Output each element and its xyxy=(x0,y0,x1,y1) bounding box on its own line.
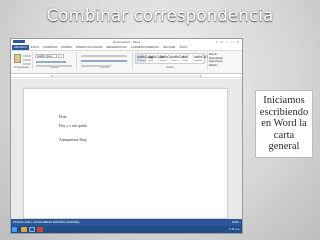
group-clipboard: Portapapeles xyxy=(11,52,33,70)
ruler xyxy=(11,74,242,78)
zoom-level[interactable]: 100% xyxy=(232,219,239,226)
windows-start-icon[interactable] xyxy=(12,227,17,232)
word-taskbar-icon[interactable] xyxy=(29,227,35,232)
taskbar-clock: 1:15 p.m. xyxy=(229,228,240,231)
powerpoint-taskbar-icon[interactable] xyxy=(37,227,43,232)
note-box: Iniciamos escribiendo en Word la carta g… xyxy=(255,90,313,158)
document-page[interactable]: Hola Hoy y e ran quedo Atentamente Rauj xyxy=(23,88,228,219)
group-label-editing: Edición xyxy=(209,63,218,67)
document-title: Documento1 - Word xyxy=(113,40,140,44)
style-titulo[interactable]: AaB Título xyxy=(181,54,193,63)
document-line[interactable]: Hoy y e ran quedo xyxy=(59,124,87,128)
document-line[interactable]: Hola xyxy=(59,115,66,119)
style-titulo-1[interactable]: AaBbCc Título 1 xyxy=(159,54,171,63)
style-normal[interactable]: AaBbCcDc ¶ Normal xyxy=(136,54,153,63)
word-window-screenshot: Documento1 - Word ? ▭ ─ ▢ ✕ ARCHIVO INIC… xyxy=(10,38,243,234)
group-editing: Buscar Reemplazar Seleccionar Edición xyxy=(209,53,223,67)
group-label-clipboard: Portapapeles xyxy=(13,66,30,69)
font-size-dropdown[interactable] xyxy=(58,54,64,58)
style-titulo-2[interactable]: AaBbCcE Título 2 xyxy=(170,54,185,63)
word-title-bar: Documento1 - Word ? ▭ ─ ▢ ✕ xyxy=(11,39,242,45)
windows-taskbar: 1:15 p.m. xyxy=(11,226,242,233)
style-subtitulo[interactable]: AaBbCcD Subtítulo xyxy=(193,54,208,63)
explorer-icon[interactable] xyxy=(21,227,27,232)
note-text: Iniciamos escribiendo en Word la carta g… xyxy=(259,95,309,153)
slide-title: Combinar correspondencia xyxy=(46,6,274,25)
ribbon: Portapapeles Fuente Calibri (Cuer Párraf… xyxy=(11,50,242,74)
document-line[interactable]: Atentamente Rauj xyxy=(59,138,87,142)
status-bar: PÁGINA 1 DE 1 10 PALABRAS ESPAÑOL (ESPAÑ… xyxy=(11,219,242,226)
group-label-styles: Estilos xyxy=(166,66,174,69)
document-area[interactable]: Hola Hoy y e ran quedo Atentamente Rauj xyxy=(11,79,242,219)
font-name-dropdown[interactable]: Calibri (Cuer xyxy=(35,54,57,58)
style-sin-espaciado[interactable]: AaBbCcDc ¶ Sin espa... xyxy=(147,54,164,63)
styles-gallery[interactable]: AaBbCcDc ¶ Normal AaBbCcDc ¶ Sin espa...… xyxy=(135,53,208,64)
window-controls[interactable]: ? ▭ ─ ▢ ✕ xyxy=(216,40,240,44)
paste-icon[interactable] xyxy=(14,54,21,63)
status-text: PÁGINA 1 DE 1 10 PALABRAS ESPAÑOL (ESPAÑ… xyxy=(13,220,80,224)
